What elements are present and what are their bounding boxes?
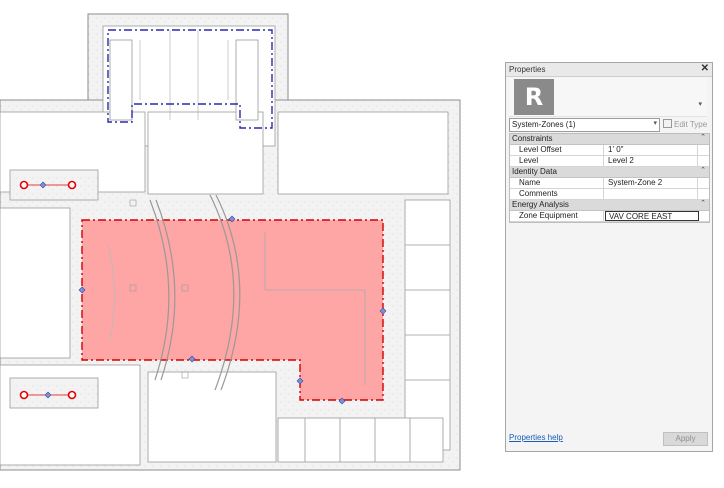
properties-grid: Constraints ⌃ Level Offset 1' 0" Level L… [509, 133, 710, 223]
property-row: Name System-Zone 2 [510, 178, 709, 189]
group-energy-analysis[interactable]: Energy Analysis ⌃ [510, 200, 709, 211]
property-name: Zone Equipment [519, 211, 578, 220]
chevron-down-icon: ▾ [653, 120, 657, 127]
property-row: Zone Equipment VAV CORE EAST [510, 211, 709, 222]
chevron-up-icon[interactable]: ⌃ [700, 199, 706, 207]
chevron-up-icon[interactable]: ⌃ [700, 166, 706, 174]
property-name: Level [519, 156, 539, 165]
property-row: Level Offset 1' 0" [510, 145, 709, 156]
property-name: Comments [519, 189, 558, 198]
edit-type-icon [663, 119, 672, 128]
group-label: Constraints [512, 134, 553, 143]
apply-button[interactable]: Apply [663, 432, 708, 446]
properties-titlebar[interactable]: Properties ✕ [506, 63, 712, 77]
chevron-up-icon[interactable]: ⌃ [700, 133, 706, 141]
level-field[interactable]: Level 2 [605, 156, 698, 166]
properties-help-link[interactable]: Properties help [509, 433, 563, 442]
level-offset-field[interactable]: 1' 0" [605, 145, 698, 155]
property-name: Name [519, 178, 541, 187]
type-selector[interactable]: System-Zones (1) ▾ [509, 118, 660, 132]
property-row: Comments [510, 189, 709, 200]
close-icon[interactable]: ✕ [701, 63, 709, 74]
chevron-down-icon[interactable]: ▾ [698, 100, 702, 108]
properties-title: Properties [509, 65, 546, 74]
edit-type-label: Edit Type [674, 120, 708, 129]
property-name: Level Offset [519, 145, 562, 154]
zone-equipment-field[interactable]: VAV CORE EAST [605, 211, 699, 221]
property-row: Level Level 2 [510, 156, 709, 167]
name-field[interactable]: System-Zone 2 [605, 178, 698, 188]
type-preview: R ▾ [509, 78, 707, 117]
comments-field[interactable] [605, 189, 698, 199]
floor-plan-view[interactable] [0, 0, 490, 488]
edit-type-button[interactable]: Edit Type [663, 119, 707, 129]
properties-palette: Properties ✕ R ▾ System-Zones (1) ▾ Edit… [505, 62, 713, 452]
type-selector-value: System-Zones (1) [512, 120, 576, 129]
revit-logo-icon: R [514, 79, 554, 115]
group-constraints[interactable]: Constraints ⌃ [510, 134, 709, 145]
group-label: Energy Analysis [512, 200, 569, 209]
group-label: Identity Data [512, 167, 557, 176]
group-identity-data[interactable]: Identity Data ⌃ [510, 167, 709, 178]
